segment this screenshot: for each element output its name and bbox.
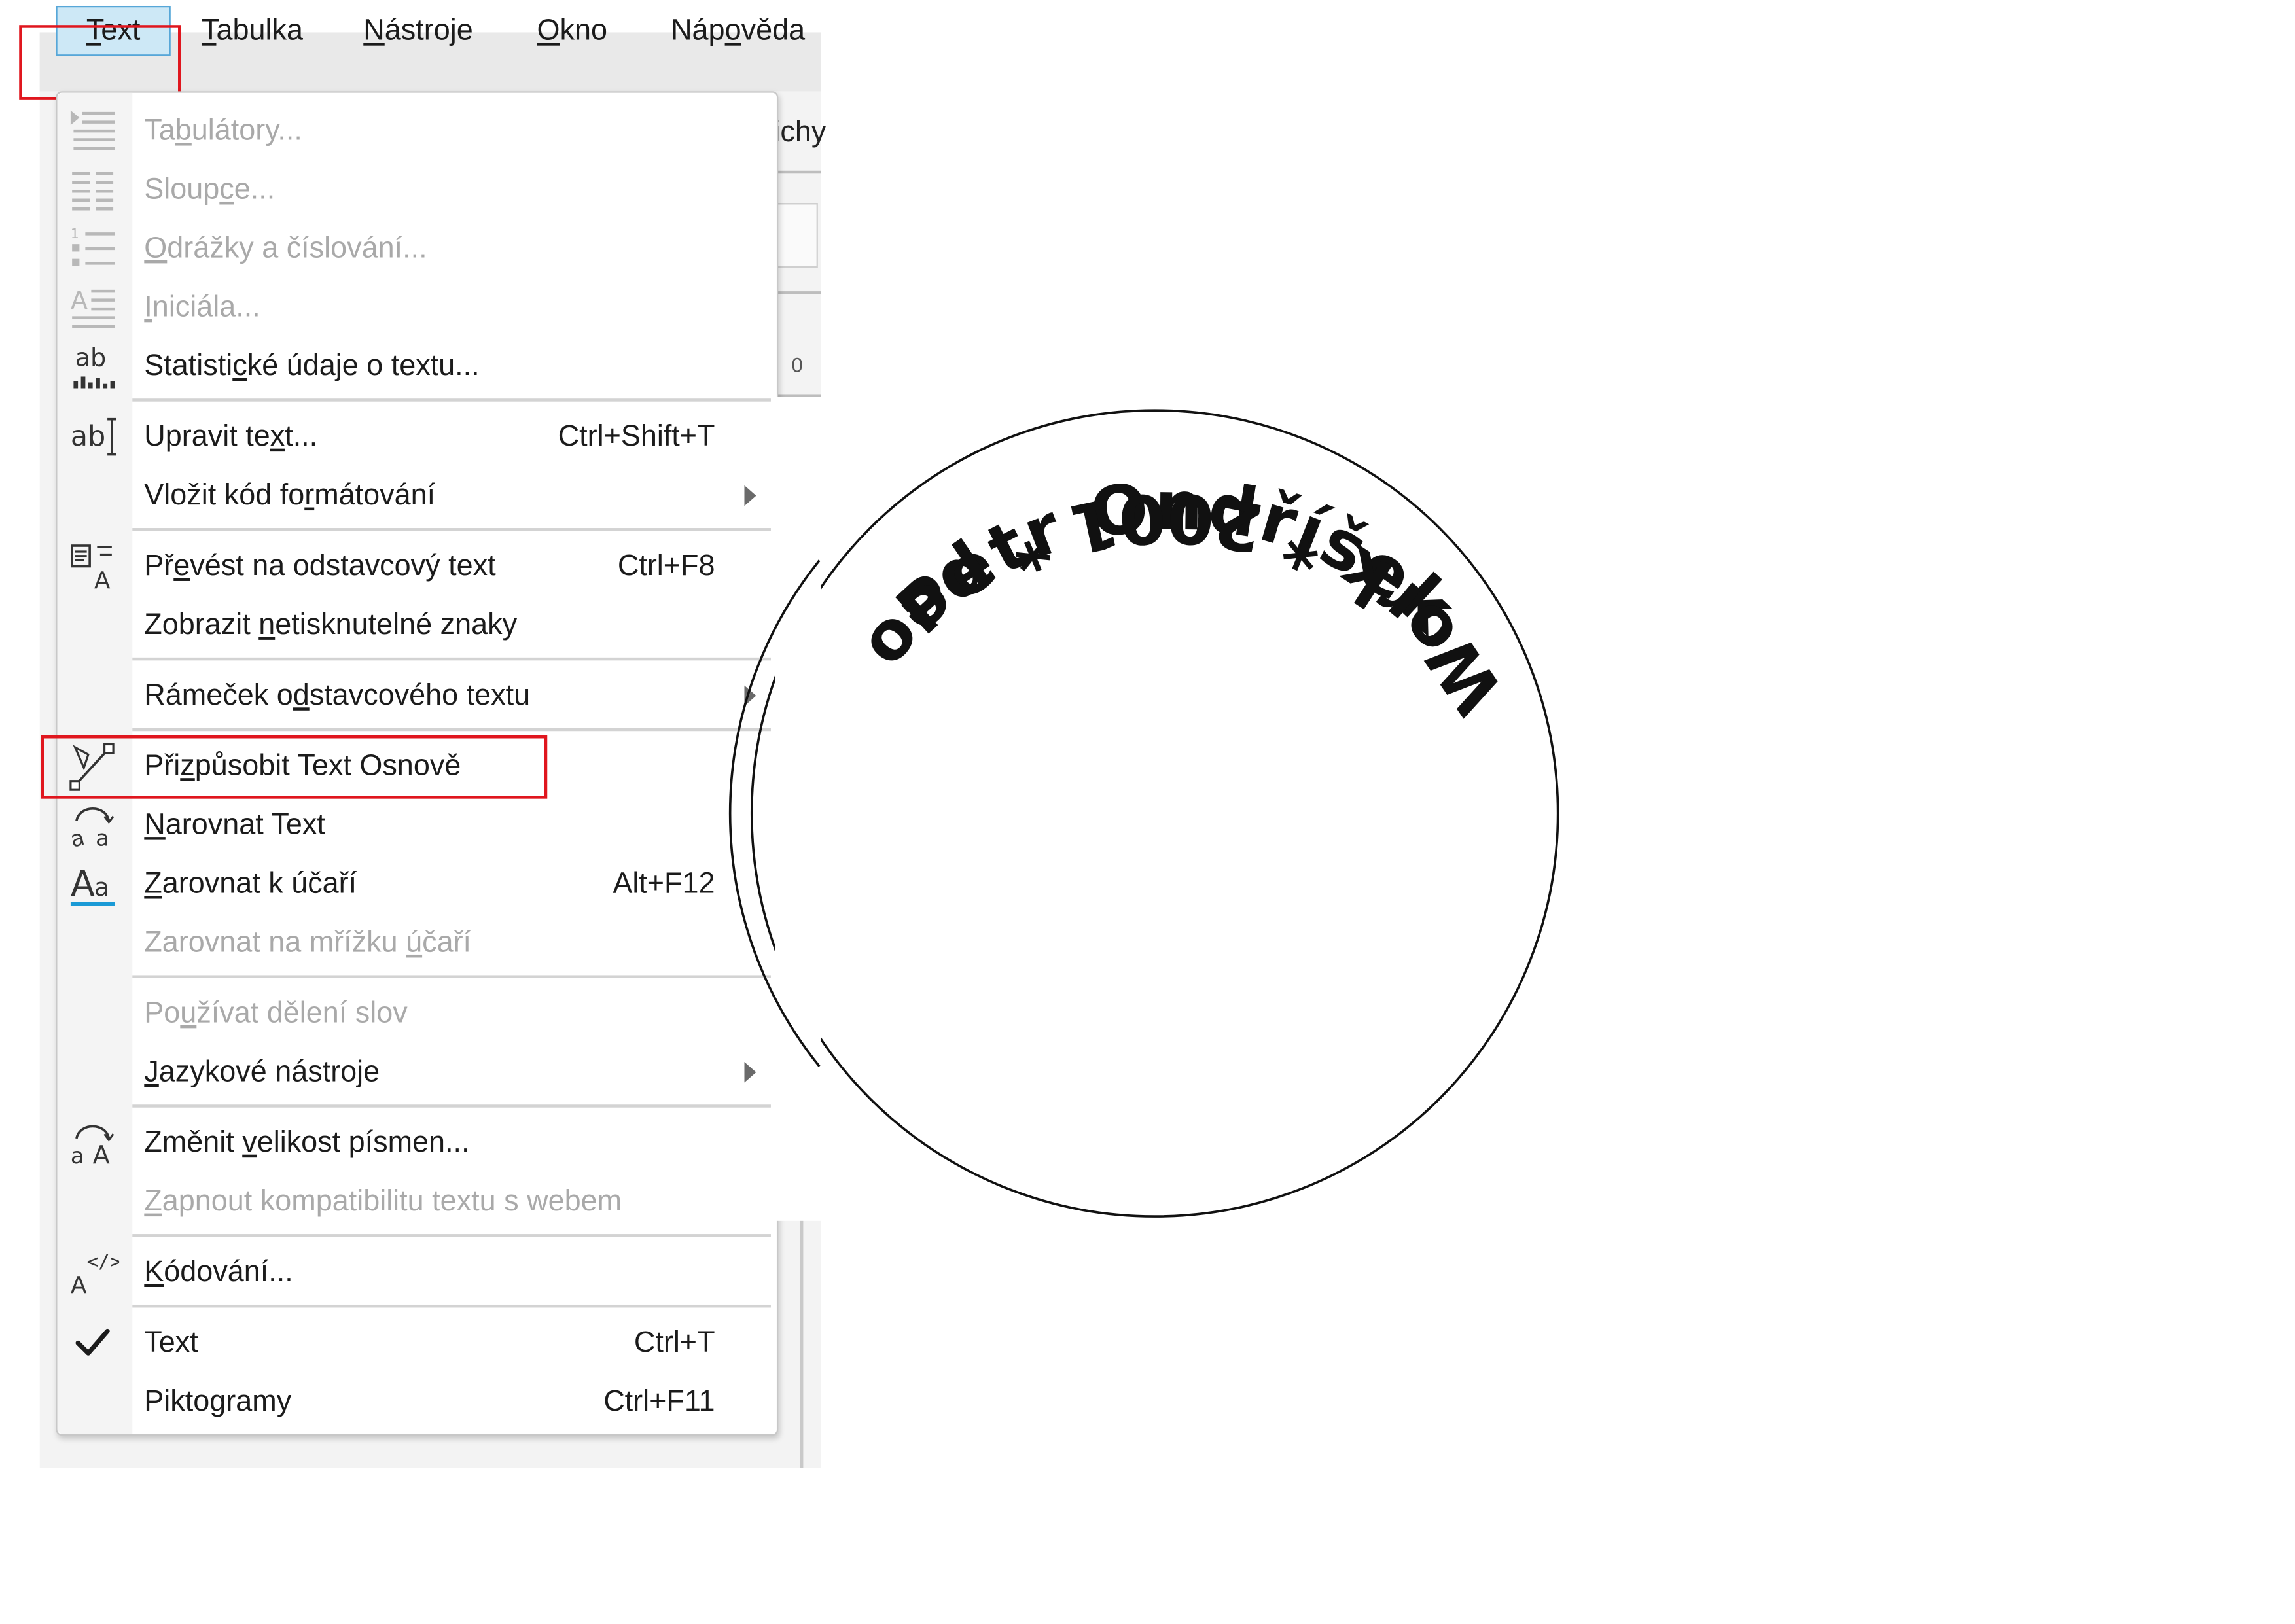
bottom-arc-text[interactable]: Work * 2001 * peon (847, 477, 2295, 1623)
screenshot-stage: ichy 0 Text Tabulka Nástroje Okno Nápově… (0, 0, 2295, 1624)
text-on-path-artwork: Petr Ondříšek Work * 2001 * peon (728, 397, 2295, 1624)
